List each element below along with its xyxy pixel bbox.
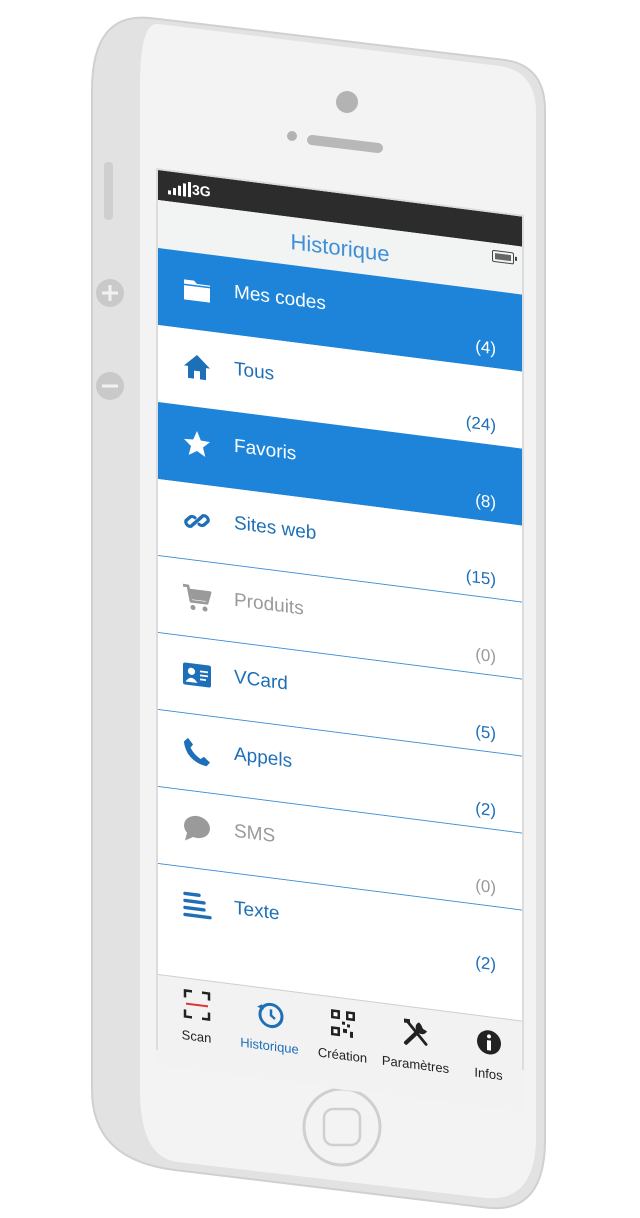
- volume-up-button[interactable]: [96, 279, 124, 307]
- list-item-count: (4): [475, 336, 496, 359]
- list-item-label: Mes codes: [234, 281, 326, 315]
- list-item-label: Sites web: [234, 512, 317, 545]
- cart-icon: [183, 583, 212, 612]
- tab-label: Création: [317, 1044, 368, 1066]
- tab-scan[interactable]: Scan: [160, 985, 233, 1048]
- list-item-label: SMS: [234, 820, 276, 847]
- folder-icon: [184, 279, 210, 303]
- scan-frame-icon: [183, 988, 210, 1021]
- tab-historique[interactable]: Historique: [233, 995, 306, 1058]
- link-icon: [184, 514, 210, 528]
- tab-parametres[interactable]: Paramètres: [379, 1013, 452, 1076]
- list-item-count: (0): [475, 875, 496, 898]
- list-item-label: Produits: [234, 589, 304, 620]
- chat-bubble-icon: [184, 815, 210, 841]
- list-item-count: (2): [475, 798, 496, 821]
- home-icon: [184, 354, 210, 381]
- list-item-label: Texte: [234, 897, 280, 925]
- qr-code-icon: [330, 1009, 355, 1038]
- tab-infos[interactable]: Infos: [452, 1023, 522, 1086]
- list-item-label: Tous: [234, 358, 275, 385]
- front-camera-icon: [336, 91, 358, 113]
- list-item-count: (15): [465, 566, 496, 590]
- info-icon: [476, 1030, 501, 1055]
- tools-icon: [403, 1018, 427, 1046]
- tab-label: Historique: [240, 1034, 299, 1058]
- tab-label: Scan: [181, 1027, 212, 1046]
- list-item-label: Appels: [234, 743, 293, 773]
- list-item-label: VCard: [234, 666, 288, 695]
- tab-label: Paramètres: [381, 1052, 450, 1077]
- network-label: 3G: [192, 181, 211, 200]
- star-icon: [184, 430, 210, 458]
- list-item-count: (8): [475, 490, 496, 513]
- contact-card-icon: [183, 662, 211, 688]
- list-item-count: (0): [475, 644, 496, 667]
- history-clock-icon: [256, 1002, 283, 1029]
- list-item-count: (2): [475, 952, 496, 975]
- text-lines-icon: [183, 891, 212, 920]
- tab-label: Infos: [474, 1064, 503, 1084]
- phone-icon: [184, 737, 210, 767]
- tab-creation[interactable]: Création: [306, 1004, 379, 1067]
- volume-down-button[interactable]: [96, 372, 124, 400]
- app-screen: 3G Historique Mes codes (4) Tous (24) Fa…: [158, 170, 522, 1113]
- list-item-count: (5): [475, 721, 496, 744]
- list-item-label: Favoris: [234, 435, 297, 465]
- list-item-count: (24): [465, 412, 496, 436]
